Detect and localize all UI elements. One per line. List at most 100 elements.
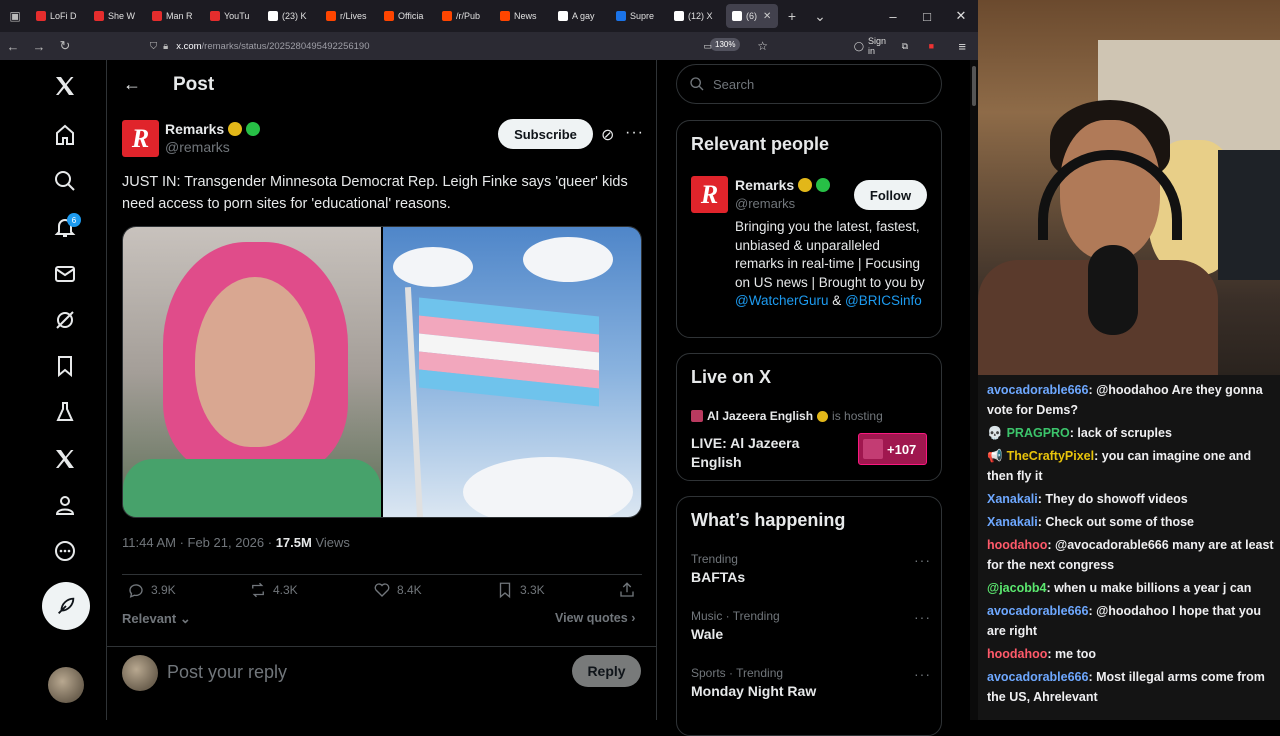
tab-list-icon[interactable]: ▣	[0, 0, 30, 32]
reader-view-icon[interactable]: ▭	[703, 41, 712, 52]
chat-username[interactable]: avocadorable666	[987, 383, 1088, 397]
views-count: 17.5M	[275, 535, 312, 550]
browser-tab[interactable]: r/Lives	[320, 4, 377, 28]
bookmarks-icon[interactable]	[43, 344, 87, 388]
trend-more-icon[interactable]: ···	[914, 666, 931, 682]
author-avatar[interactable]: R	[122, 120, 159, 157]
post-more-icon[interactable]: ···	[625, 124, 644, 142]
chat-username[interactable]: hoodahoo	[987, 538, 1047, 552]
trend-more-icon[interactable]: ···	[914, 609, 931, 625]
bio-link-bricsinfo[interactable]: @BRICSinfo	[845, 293, 922, 308]
browser-tab[interactable]: (12) X	[668, 4, 725, 28]
reply-action[interactable]: 3.9K	[127, 581, 176, 599]
trend-item[interactable]: Trending BAFTAs ···	[691, 552, 931, 585]
new-tab-icon[interactable]: +	[778, 8, 806, 24]
like-action[interactable]: 8.4K	[373, 581, 422, 599]
chat-message: hoodahoo: @avocadorable666 many are at l…	[987, 535, 1276, 575]
reply-sort-dropdown[interactable]: Relevant ⌄	[122, 611, 191, 627]
photo-portrait[interactable]	[123, 227, 381, 517]
menu-icon[interactable]: ≡	[958, 39, 966, 54]
minimize-icon[interactable]: –	[876, 9, 910, 24]
follow-button[interactable]: Follow	[854, 180, 927, 210]
browser-tab[interactable]: (6) ✕	[726, 4, 778, 28]
browser-tab[interactable]: Man R	[146, 4, 203, 28]
maximize-icon[interactable]: □	[910, 9, 944, 24]
chat-username[interactable]: @jacobb4	[987, 581, 1046, 595]
subscribe-button[interactable]: Subscribe	[498, 119, 593, 149]
live-listeners-badge[interactable]: +107	[858, 433, 927, 465]
chat-username[interactable]: PRAGPRO	[1007, 426, 1070, 440]
addon-icon[interactable]: ■	[929, 41, 934, 51]
back-icon[interactable]: ←	[0, 39, 26, 54]
browser-tab[interactable]: She W	[88, 4, 145, 28]
post-timestamp[interactable]: 11:44 AM · Feb 21, 2026 ·	[122, 535, 276, 550]
chat-username[interactable]: avocadorable666	[987, 604, 1088, 618]
view-quotes-link[interactable]: View quotes ›	[555, 611, 635, 625]
trend-item[interactable]: Music · Trending Wale ···	[691, 609, 931, 642]
chat-username[interactable]: Xanakali	[987, 515, 1038, 529]
grok-explain-icon[interactable]: ⊘	[601, 125, 614, 145]
author-handle[interactable]: @remarks	[165, 139, 230, 155]
extensions-icon[interactable]: ⧉	[902, 41, 908, 52]
notifications-icon[interactable]: 6	[43, 205, 87, 249]
close-tab-icon[interactable]: ✕	[763, 11, 771, 22]
chat-message: Xanakali: Check out some of those	[987, 512, 1276, 532]
account-avatar[interactable]	[48, 667, 84, 703]
bookmark-star-icon[interactable]: ☆	[757, 39, 768, 53]
browser-tab[interactable]: LoFi D	[30, 4, 87, 28]
home-icon[interactable]	[43, 113, 87, 157]
author-name[interactable]: Remarks	[165, 121, 261, 137]
forward-icon[interactable]: →	[26, 39, 52, 54]
photo-flag[interactable]	[383, 227, 641, 517]
back-arrow-icon[interactable]: ←	[123, 74, 141, 95]
relevant-person-avatar[interactable]: R	[691, 176, 728, 213]
post-media[interactable]	[122, 226, 642, 518]
browser-tab[interactable]: YouTu	[204, 4, 261, 28]
browser-tab[interactable]: Supre	[610, 4, 667, 28]
relevant-person-handle[interactable]: @remarks	[735, 196, 795, 211]
search-input[interactable]: Search	[676, 64, 942, 104]
bio-link-watcherguru[interactable]: @WatcherGuru	[735, 293, 828, 308]
live-on-x-card: Live on X Al Jazeera English is hosting L…	[676, 353, 942, 481]
messages-icon[interactable]	[43, 252, 87, 296]
repost-action[interactable]: 4.3K	[249, 581, 298, 599]
browser-tab[interactable]: A gay	[552, 4, 609, 28]
live-host[interactable]: Al Jazeera English is hosting	[691, 409, 883, 423]
search-icon[interactable]	[43, 159, 87, 203]
close-window-icon[interactable]: ✕	[944, 8, 978, 24]
bookmark-action[interactable]: 3.3K	[496, 581, 545, 599]
live-stream-title[interactable]: LIVE: Al Jazeera English	[691, 434, 821, 472]
browser-tab[interactable]: News	[494, 4, 551, 28]
more-circle-icon[interactable]	[43, 529, 87, 573]
chat-username[interactable]: Xanakali	[987, 492, 1038, 506]
chat-username[interactable]: hoodahoo	[987, 647, 1047, 661]
trend-more-icon[interactable]: ···	[914, 552, 931, 568]
x-page: 6 ← Post R Remarks @remarks Subscribe ⊘ …	[0, 60, 978, 736]
jobs-icon[interactable]	[43, 390, 87, 434]
zoom-badge[interactable]: 130%	[710, 38, 741, 51]
chat-badge-icon: 📢	[987, 449, 1003, 463]
reply-input[interactable]: Post your reply	[167, 662, 287, 683]
relevant-person-name[interactable]: Remarks	[735, 177, 831, 193]
tab-overflow-icon[interactable]: ⌄	[806, 8, 834, 25]
scrollbar-thumb[interactable]	[972, 66, 976, 106]
compose-post-button[interactable]	[42, 582, 90, 630]
author-name-text: Remarks	[165, 121, 225, 137]
browser-tab[interactable]: (23) K	[262, 4, 319, 28]
chat-username[interactable]: avocadorable666	[987, 670, 1088, 684]
browser-tab[interactable]: Officia	[378, 4, 435, 28]
reload-icon[interactable]: ↻	[52, 38, 78, 54]
grok-icon[interactable]	[43, 298, 87, 342]
url-host: x.com	[176, 40, 202, 52]
profile-icon[interactable]	[43, 483, 87, 527]
chat-username[interactable]: TheCraftyPixel	[1007, 449, 1095, 463]
reply-button[interactable]: Reply	[572, 655, 641, 687]
browser-tab[interactable]: /r/Pub	[436, 4, 493, 28]
trend-item[interactable]: Sports · Trending Monday Night Raw ···	[691, 666, 931, 699]
premium-x-icon[interactable]	[43, 437, 87, 481]
share-action[interactable]	[618, 581, 636, 599]
page-scrollbar[interactable]	[970, 60, 978, 720]
url-bar[interactable]: ⛉ 🔒︎ x.com/remarks/status/20252804954922…	[150, 35, 770, 57]
x-logo-icon[interactable]	[43, 64, 87, 108]
sign-in-button[interactable]: ◯ Sign in	[854, 36, 886, 56]
